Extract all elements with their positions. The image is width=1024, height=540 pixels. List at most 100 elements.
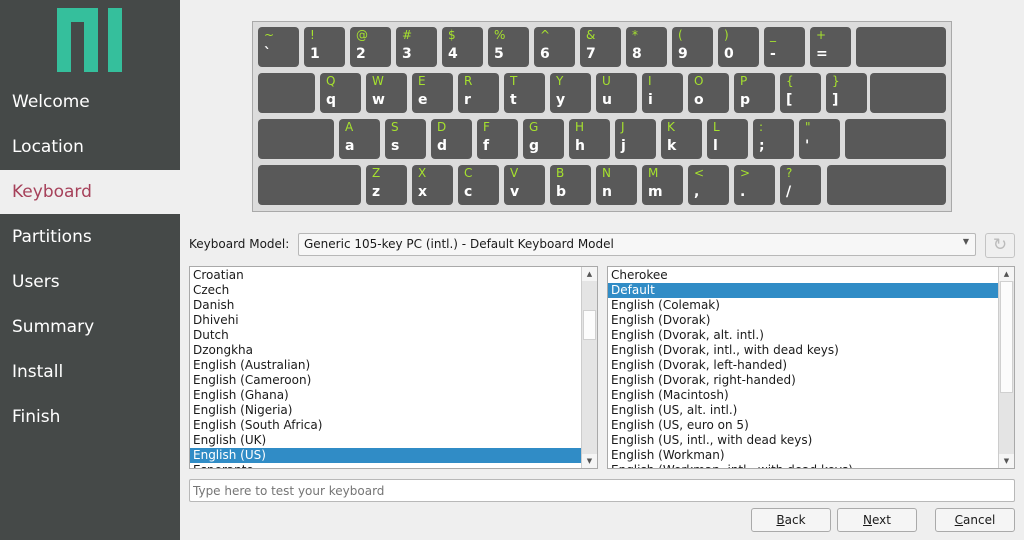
key-shift-label: I (648, 74, 652, 88)
key-label: b (556, 184, 567, 200)
list-item[interactable]: English (Australian) (190, 358, 581, 373)
keyboard-key: (9 (672, 27, 713, 67)
list-item[interactable]: Danish (190, 298, 581, 313)
key-shift-label: : (759, 120, 764, 134)
layout-list[interactable]: Croatian Czech Danish Dhivehi Dutch Dzongkha E… (189, 266, 598, 469)
sidebar-item-users[interactable]: Users (0, 260, 180, 304)
key-shift-label: A (345, 120, 354, 134)
keyboard-key: <, (688, 165, 729, 205)
key-shift-label: < (694, 166, 705, 180)
list-item[interactable]: English (Dvorak, left-handed) (608, 358, 998, 373)
keyboard-model-select[interactable]: Generic 105-key PC (intl.) - Default Key… (298, 233, 976, 256)
keyboard-key: #3 (396, 27, 437, 67)
sidebar-item-partitions[interactable]: Partitions (0, 215, 180, 259)
list-item[interactable]: English (UK) (190, 433, 581, 448)
key-shift-label: { (786, 74, 794, 88)
key-shift-label: J (621, 120, 625, 134)
list-item[interactable]: Croatian (190, 268, 581, 283)
scrollbar[interactable]: ▲ ▼ (581, 267, 597, 468)
back-button[interactable]: Back (751, 508, 831, 532)
list-item[interactable]: English (Dvorak, intl., with dead keys) (608, 343, 998, 358)
sidebar-item-finish[interactable]: Finish (0, 395, 180, 439)
sidebar-item-location[interactable]: Location (0, 125, 180, 169)
key-shift-label: Z (372, 166, 381, 180)
scrollbar[interactable]: ▲ ▼ (998, 267, 1014, 468)
keyboard-key: Pp (734, 73, 775, 113)
key-shift-label: L (713, 120, 720, 134)
reset-model-button[interactable]: ↻ (985, 233, 1015, 258)
list-item[interactable]: English (Colemak) (608, 298, 998, 313)
key-shift-label: R (464, 74, 473, 88)
key-shift-label: _ (770, 28, 776, 42)
key-shift-label: T (510, 74, 518, 88)
key-label: d (437, 138, 448, 154)
keyboard-key: ? / (780, 165, 821, 205)
key-shift-label: D (437, 120, 447, 134)
keyboard-test-input[interactable] (189, 479, 1015, 502)
list-item[interactable]: English (US, alt. intl.) (608, 403, 998, 418)
next-button[interactable]: Next (837, 508, 917, 532)
list-item[interactable]: Dzongkha (190, 343, 581, 358)
list-item[interactable]: English (US) (190, 448, 581, 463)
list-item[interactable]: English (Workman) (608, 448, 998, 463)
list-item[interactable]: Esperanto (190, 463, 581, 468)
list-item[interactable]: English (US, intl., with dead keys) (608, 433, 998, 448)
list-item[interactable]: English (Cameroon) (190, 373, 581, 388)
scroll-down-icon[interactable]: ▼ (582, 454, 597, 468)
keyboard-key: ) 0 (718, 27, 759, 67)
keyboard-key: @2 (350, 27, 391, 67)
key-label: - (770, 46, 776, 62)
key-label: 7 (586, 46, 596, 62)
keyboard-key: Ss (385, 119, 426, 159)
key-label: c (464, 184, 473, 200)
key-label: ] (832, 92, 839, 108)
list-item[interactable]: English (Ghana) (190, 388, 581, 403)
key-shift-label: K (667, 120, 675, 134)
sidebar-item-install[interactable]: Install (0, 350, 180, 394)
key-shift-label: M (648, 166, 659, 180)
sidebar-item-keyboard[interactable]: Keyboard (0, 170, 180, 214)
scroll-up-icon[interactable]: ▲ (582, 267, 597, 281)
keyboard-key: $4 (442, 27, 483, 67)
list-item[interactable]: Dhivehi (190, 313, 581, 328)
keyboard-key: Xx (412, 165, 453, 205)
key-label: 6 (540, 46, 550, 62)
list-item[interactable]: Default (608, 283, 998, 298)
key-label: 2 (356, 46, 366, 62)
sidebar-item-welcome[interactable]: Welcome (0, 80, 180, 124)
list-item[interactable]: English (US, euro on 5) (608, 418, 998, 433)
key-shift-label: $ (448, 28, 456, 42)
keyboard-key: Vv (504, 165, 545, 205)
keyboard-key: Cc (458, 165, 499, 205)
list-item[interactable]: English (South Africa) (190, 418, 581, 433)
keyboard-key: " ' (799, 119, 840, 159)
list-item[interactable]: Cherokee (608, 268, 998, 283)
list-item[interactable]: English (Nigeria) (190, 403, 581, 418)
scroll-up-icon[interactable]: ▲ (999, 267, 1014, 281)
cancel-button[interactable]: Cancel (935, 508, 1015, 532)
list-item[interactable]: English (Macintosh) (608, 388, 998, 403)
key-label: h (575, 138, 585, 154)
chevron-down-icon: ▼ (962, 237, 969, 246)
scroll-down-icon[interactable]: ▼ (999, 454, 1014, 468)
key-shift-label: O (694, 74, 704, 88)
keyboard-key: ! 1 (304, 27, 345, 67)
keyboard-key: Jj (615, 119, 656, 159)
list-item[interactable]: Czech (190, 283, 581, 298)
key-shift-label: X (418, 166, 427, 180)
list-item[interactable]: English (Dvorak, alt. intl.) (608, 328, 998, 343)
key-shift-label: G (529, 120, 539, 134)
list-item[interactable]: Dutch (190, 328, 581, 343)
sidebar-item-summary[interactable]: Summary (0, 305, 180, 349)
list-item[interactable]: English (Dvorak) (608, 313, 998, 328)
key-label: m (648, 184, 663, 200)
key-shift-label: ^ (540, 28, 551, 42)
keyboard-key (870, 73, 946, 113)
variant-list[interactable]: Cherokee Default English (Colemak) English … (607, 266, 1015, 469)
list-item[interactable]: English (Workman, intl., with dead keys) (608, 463, 998, 468)
sidebar: Welcome Location Keyboard Partitions Users Su… (0, 0, 180, 540)
key-label: w (372, 92, 385, 108)
key-label: ` (264, 46, 271, 62)
key-shift-label: " (805, 120, 811, 134)
list-item[interactable]: English (Dvorak, right-handed) (608, 373, 998, 388)
